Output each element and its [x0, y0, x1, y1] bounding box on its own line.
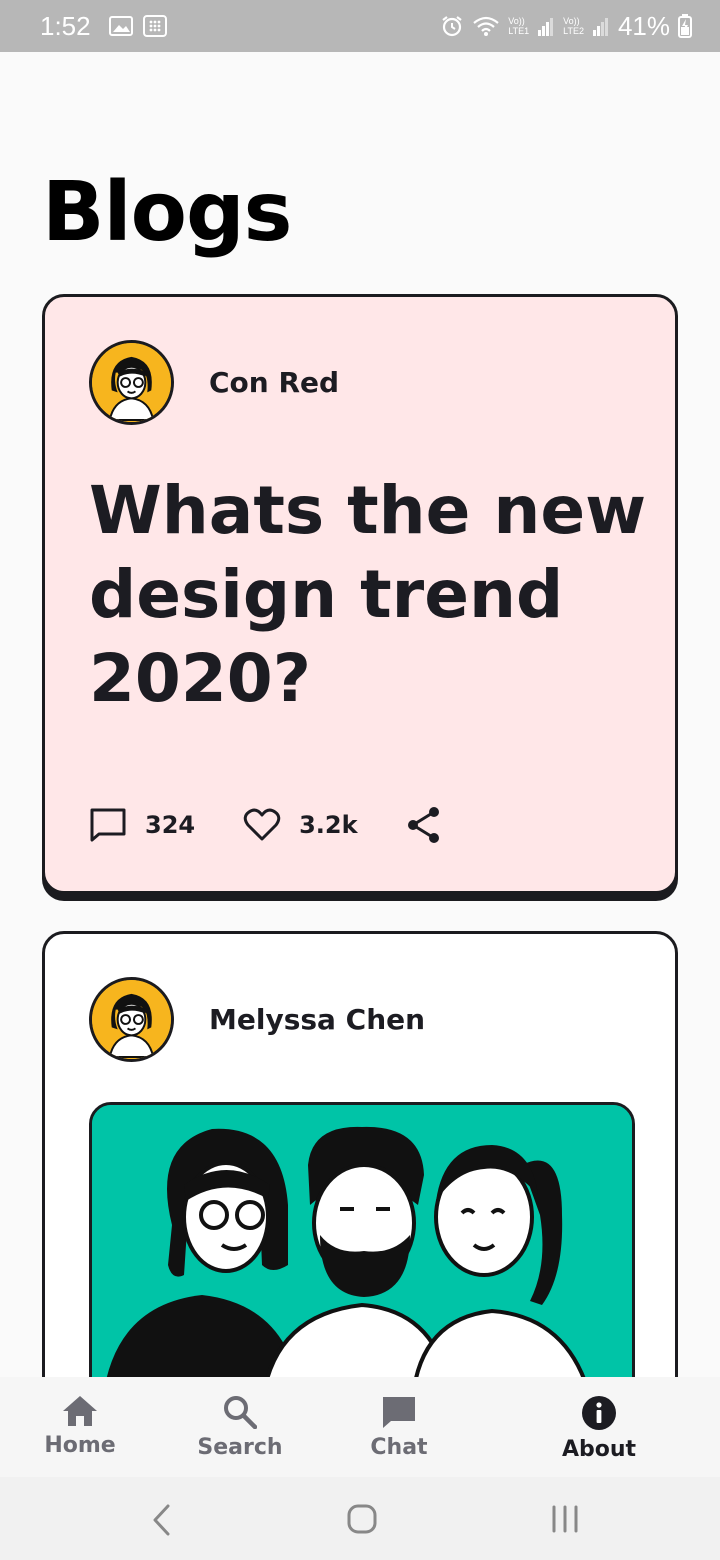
author-name[interactable]: Con Red — [209, 366, 339, 399]
nav-home[interactable]: Home — [40, 1377, 120, 1477]
avatar-illustration — [92, 980, 171, 1059]
avatar-illustration — [92, 343, 171, 422]
recents-icon[interactable] — [550, 1503, 580, 1535]
battery-charging-icon — [678, 14, 692, 38]
wifi-icon — [473, 16, 499, 36]
comment-icon — [90, 808, 126, 842]
avatar[interactable] — [89, 977, 174, 1062]
nav-about-label: About — [561, 1437, 637, 1462]
nav-about[interactable]: About — [556, 1377, 642, 1477]
home-circle-icon[interactable] — [347, 1503, 377, 1535]
clock: 1:52 — [40, 10, 91, 41]
nav-chat-label: Chat — [370, 1435, 428, 1460]
alarm-icon — [442, 16, 462, 37]
gallery-icon — [108, 16, 133, 36]
like-count: 3.2k — [299, 811, 358, 839]
nav-chat[interactable]: Chat — [364, 1377, 434, 1477]
share-icon — [407, 807, 439, 843]
signal-2-icon — [592, 18, 608, 36]
search-icon — [224, 1396, 257, 1429]
page-title: Blogs — [42, 165, 292, 260]
author-row: Con Red — [89, 340, 339, 425]
system-navigation-bar — [0, 1477, 720, 1560]
lte1-signal: Vo)) LTE1 — [508, 16, 530, 36]
back-icon[interactable] — [150, 1503, 174, 1537]
heart-icon — [243, 808, 281, 841]
home-icon — [63, 1396, 97, 1426]
status-bar: 1:52 Vo)) LTE1 Vo)) LTE2 41% — [0, 0, 720, 52]
nav-search[interactable]: Search — [194, 1377, 286, 1477]
post-actions: 324 3.2k — [89, 803, 631, 847]
author-name[interactable]: Melyssa Chen — [209, 1003, 425, 1036]
lte2-signal: Vo)) LTE2 — [563, 16, 584, 36]
blog-card[interactable]: Con Red Whats the new design trend 2020?… — [42, 294, 678, 894]
share-button[interactable] — [406, 806, 442, 844]
nav-home-label: Home — [44, 1433, 116, 1458]
bottom-navigation: Home Search Chat About — [0, 1377, 720, 1477]
comment-button[interactable]: 324 — [89, 807, 195, 843]
info-icon — [582, 1396, 616, 1430]
battery-percent: 41% — [617, 10, 670, 41]
nav-search-label: Search — [197, 1435, 283, 1460]
signal-1-icon — [538, 18, 554, 36]
comment-count: 324 — [145, 811, 196, 839]
author-row: Melyssa Chen — [89, 977, 425, 1062]
chat-icon — [383, 1397, 415, 1428]
like-button[interactable]: 3.2k — [243, 808, 358, 842]
avatar[interactable] — [89, 340, 174, 425]
keypad-icon — [142, 15, 167, 37]
post-title[interactable]: Whats the new design trend 2020? — [89, 469, 649, 721]
